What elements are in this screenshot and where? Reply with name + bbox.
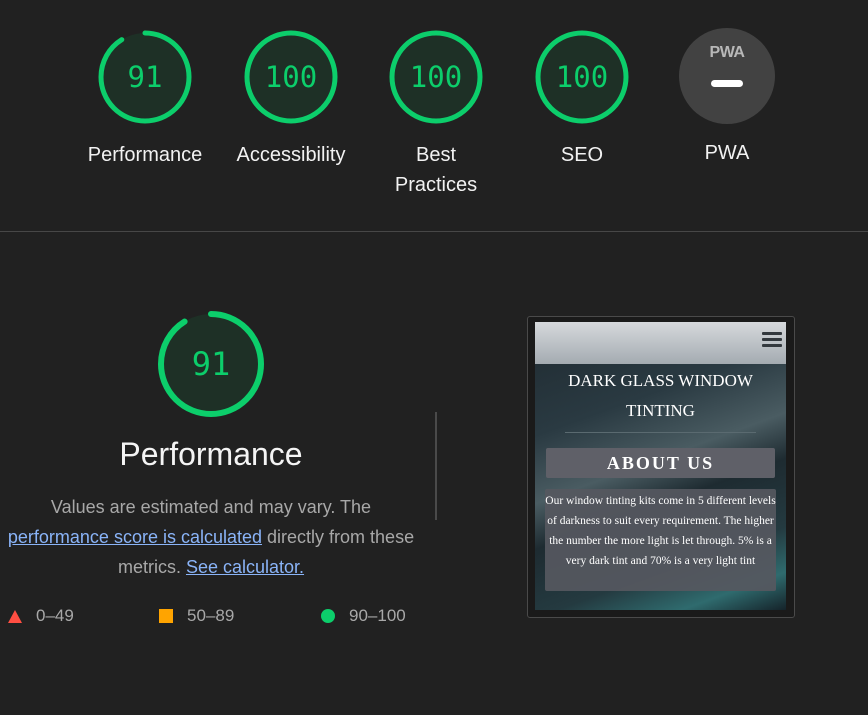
pwa-badge-text: PWA xyxy=(709,44,745,61)
square-icon xyxy=(159,609,173,623)
legend-range: 90–100 xyxy=(349,606,406,625)
site-title-line: TINTING xyxy=(626,401,695,420)
gauge-seo[interactable]: 100 SEO xyxy=(517,28,647,170)
legend-range: 0–49 xyxy=(36,606,74,625)
legend-item-average: 50–89 xyxy=(159,606,234,626)
score-legend: 0–49 50–89 90–100 xyxy=(0,606,440,632)
gauge-best-practices[interactable]: 100 Best Practices xyxy=(371,28,501,200)
gauge-label: Performance xyxy=(87,144,203,166)
performance-description: Values are estimated and may vary. The p… xyxy=(2,492,420,582)
pwa-badge: PWA xyxy=(679,28,775,124)
site-divider xyxy=(565,432,756,433)
vertical-divider xyxy=(435,412,437,520)
description-text: Values are estimated and may vary. The xyxy=(50,497,372,517)
legend-item-fail: 0–49 xyxy=(8,606,74,626)
legend-item-pass: 90–100 xyxy=(321,606,406,626)
site-title: DARK GLASS WINDOW TINTING xyxy=(535,366,786,426)
gauge-label: Best Practices xyxy=(394,144,478,196)
site-title-line: DARK GLASS WINDOW xyxy=(568,371,753,390)
gauge-label: SEO xyxy=(560,144,604,166)
see-calculator-link[interactable]: See calculator. xyxy=(186,557,304,577)
category-gauges: 91 Performance 100 Accessibility 100 Bes… xyxy=(0,0,868,231)
gauge-performance[interactable]: 91 Performance xyxy=(80,28,210,170)
hamburger-menu-icon xyxy=(762,332,782,350)
section-divider xyxy=(0,231,868,232)
gauge-score: 100 xyxy=(409,60,463,94)
gauge-score: 100 xyxy=(555,60,609,94)
performance-gauge: 91 xyxy=(156,309,266,419)
gauge-score: 91 xyxy=(127,60,163,94)
about-body-text: Our window tinting kits come in 5 differ… xyxy=(545,489,776,591)
pwa-dash-icon xyxy=(711,80,743,87)
circle-icon xyxy=(321,609,335,623)
legend-range: 50–89 xyxy=(187,606,235,625)
performance-title: Performance xyxy=(119,436,303,472)
about-us-button: ABOUT US xyxy=(546,448,775,478)
gauge-label: PWA xyxy=(704,142,750,164)
gauge-accessibility[interactable]: 100 Accessibility xyxy=(226,28,356,170)
final-screenshot: DARK GLASS WINDOW TINTING ABOUT US Our w… xyxy=(535,322,786,610)
triangle-icon xyxy=(8,609,22,623)
screenshot-header xyxy=(535,322,786,364)
gauge-pwa[interactable]: PWA PWA xyxy=(662,28,792,168)
performance-score: 91 xyxy=(191,345,231,383)
gauge-label: Accessibility xyxy=(236,144,346,166)
gauge-score: 100 xyxy=(264,60,318,94)
score-calculated-link[interactable]: performance score is calculated xyxy=(8,527,262,547)
